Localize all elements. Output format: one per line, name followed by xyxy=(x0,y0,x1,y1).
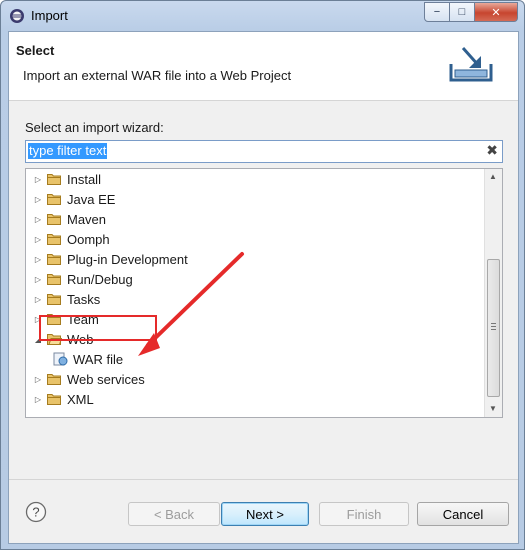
close-button[interactable]: ✕ xyxy=(475,2,518,22)
tree-folder-item[interactable]: ▷ Plug-in Development xyxy=(34,249,188,269)
title-bar[interactable]: Import − □ ✕ xyxy=(1,1,524,31)
tree-item-label: Run/Debug xyxy=(67,271,133,287)
help-icon[interactable]: ? xyxy=(25,501,47,523)
minimize-button[interactable]: − xyxy=(424,2,450,22)
expand-arrow-icon[interactable]: ▷ xyxy=(34,255,42,264)
folder-icon xyxy=(47,254,61,265)
folder-icon xyxy=(47,194,61,205)
maximize-button[interactable]: □ xyxy=(450,2,475,22)
back-button[interactable]: < Back xyxy=(128,502,220,526)
tree-item-label: Maven xyxy=(67,211,107,227)
import-wizard-icon xyxy=(449,47,493,82)
tree-item-war-file[interactable]: WAR file xyxy=(53,349,123,369)
tree-folder-item[interactable]: ▷ Run/Debug xyxy=(34,269,133,289)
tree-item-label: Java EE xyxy=(67,191,116,207)
tree-folder-item[interactable]: ▷ XML xyxy=(34,389,94,409)
tree-item-label: Install xyxy=(67,171,101,187)
expand-arrow-icon[interactable]: ▷ xyxy=(34,375,42,384)
scroll-up-arrow-icon[interactable]: ▲ xyxy=(489,172,497,181)
dialog-body: Select Import an external WAR file into … xyxy=(8,31,519,544)
button-bar-separator xyxy=(9,479,518,480)
folder-icon xyxy=(47,394,61,405)
filter-input[interactable]: type filter text ✖ xyxy=(25,140,503,163)
window-title: Import xyxy=(31,8,68,23)
expand-arrow-icon[interactable]: ▷ xyxy=(34,235,42,244)
tree-item-label: WAR file xyxy=(73,351,124,367)
folder-icon xyxy=(47,174,61,185)
folder-icon xyxy=(47,274,61,285)
tree-item-label: Plug-in Development xyxy=(67,251,188,267)
wizard-tree[interactable]: ▷ Install ▷ Java EE ▷ Maven ▷ Oomph ▷ Plug-in Dev… xyxy=(25,168,503,418)
tree-folder-item[interactable]: ▷ Web services xyxy=(34,369,145,389)
scroll-down-arrow-icon[interactable]: ▼ xyxy=(489,404,497,413)
cancel-button[interactable]: Cancel xyxy=(417,502,509,526)
eclipse-app-icon xyxy=(10,9,24,23)
tree-item-label: Tasks xyxy=(67,291,101,307)
tree-folder-item[interactable]: ▷ Tasks xyxy=(34,289,100,309)
tree-folder-item[interactable]: ▷ Java EE xyxy=(34,189,116,209)
page-description: Import an external WAR file into a Web P… xyxy=(23,68,292,83)
annotation-highlight-box xyxy=(39,315,157,341)
clear-filter-icon[interactable]: ✖ xyxy=(486,142,498,159)
expand-arrow-icon[interactable]: ▷ xyxy=(34,195,42,204)
war-file-icon xyxy=(53,352,68,366)
folder-icon xyxy=(47,234,61,245)
folder-icon xyxy=(47,294,61,305)
expand-arrow-icon[interactable]: ▷ xyxy=(34,295,42,304)
page-title: Select xyxy=(16,43,55,58)
tree-item-label: Web services xyxy=(67,371,145,387)
expand-arrow-icon[interactable]: ▷ xyxy=(34,395,42,404)
tree-folder-item[interactable]: ▷ Oomph xyxy=(34,229,110,249)
folder-icon xyxy=(47,374,61,385)
tree-folder-item[interactable]: ▷ Maven xyxy=(34,209,106,229)
vertical-scrollbar[interactable]: ▲ ▼ xyxy=(484,169,502,417)
filter-text[interactable]: type filter text xyxy=(28,143,108,159)
tree-item-label: XML xyxy=(67,391,94,407)
wizard-list-label: Select an import wizard: xyxy=(25,120,164,135)
expand-arrow-icon[interactable]: ▷ xyxy=(34,215,42,224)
scrollbar-thumb[interactable] xyxy=(487,259,500,397)
svg-text:?: ? xyxy=(32,505,39,520)
expand-arrow-icon[interactable]: ▷ xyxy=(34,175,42,184)
folder-icon xyxy=(47,214,61,225)
wizard-header: Select Import an external WAR file into … xyxy=(9,32,518,101)
tree-folder-item[interactable]: ▷ Install xyxy=(34,169,101,189)
next-button[interactable]: Next > xyxy=(221,502,309,526)
expand-arrow-icon[interactable]: ▷ xyxy=(34,275,42,284)
import-dialog: Import − □ ✕ Select Import an external W… xyxy=(0,0,525,550)
tree-item-label: Oomph xyxy=(67,231,110,247)
finish-button[interactable]: Finish xyxy=(319,502,409,526)
